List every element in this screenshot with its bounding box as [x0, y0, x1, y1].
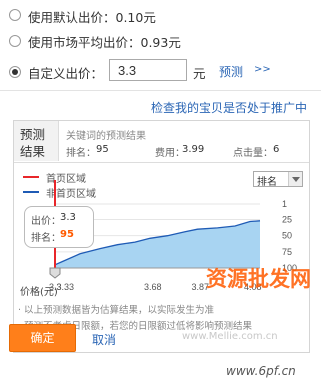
x-tick-label: 3.33	[57, 282, 75, 292]
y-tick-label: 75	[282, 247, 292, 257]
cancel-button[interactable]: 取消	[92, 331, 116, 348]
y-tick-label: 1	[282, 199, 287, 209]
chart-tooltip: 出价： 3.3 排名： 95	[24, 206, 94, 248]
watermark-text: 资源批发网	[206, 266, 311, 291]
tooltip-bid-label: 出价：	[31, 216, 61, 227]
watermark-url: www.6pf.cn	[226, 364, 296, 378]
x-axis-label: 价格(元)	[20, 287, 58, 298]
watermark-site: www.Mellie.com.cn	[182, 331, 278, 342]
x-tick-label: 3.68	[144, 282, 162, 292]
tooltip-rank-label: 排名：	[31, 233, 61, 244]
tooltip-bid-value: 3.3	[60, 212, 76, 223]
y-tick-label: 50	[282, 231, 292, 241]
y-tick-label: 25	[282, 215, 292, 225]
tooltip-rank-value: 95	[60, 229, 74, 240]
note-estimate: · 以上预测数据皆为估算结果，以实际发生为准	[18, 305, 215, 316]
confirm-button[interactable]: 确定	[9, 324, 76, 352]
slider-handle[interactable]	[49, 267, 61, 279]
